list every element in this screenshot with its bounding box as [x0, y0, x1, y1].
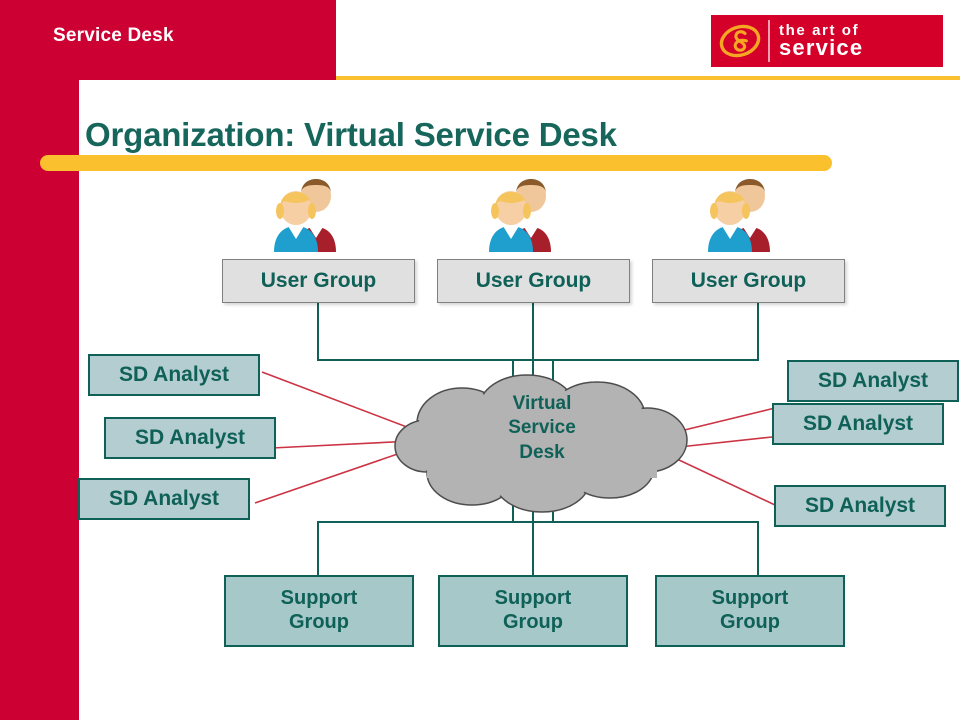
support-group-box[interactable]: Support Group [438, 575, 628, 647]
user-group-box[interactable]: User Group [222, 259, 415, 303]
sd-analyst-box-right-3[interactable]: SD Analyst [774, 485, 946, 527]
support-group-line-2: Group [720, 611, 780, 633]
support-group-line-2: Group [289, 611, 349, 633]
sd-analyst-box-right-2[interactable]: SD Analyst [772, 403, 944, 445]
two-people-icon [481, 178, 569, 252]
support-group-line-1: Support [494, 587, 572, 610]
sd-analyst-box-left-1[interactable]: SD Analyst [88, 354, 260, 396]
slide-canvas: Service Desk the art of service Organiza… [0, 0, 960, 720]
user-group-box[interactable]: User Group [437, 259, 630, 303]
sd-analyst-box-left-3[interactable]: SD Analyst [78, 478, 250, 520]
support-group-line-1: Support [280, 587, 358, 610]
cloud-label: Virtual Service Desk [392, 392, 692, 465]
support-group-line-1: Support [711, 587, 789, 610]
sd-analyst-box-right-1[interactable]: SD Analyst [787, 360, 959, 402]
support-group-box[interactable]: Support Group [224, 575, 414, 647]
cloud-label-line-2: Service [508, 417, 576, 439]
sd-analyst-box-left-2[interactable]: SD Analyst [104, 417, 276, 459]
page-title: Organization: Virtual Service Desk [85, 116, 617, 153]
cloud-label-line-3: Desk [519, 441, 565, 463]
user-group-box[interactable]: User Group [652, 259, 845, 303]
support-group-line-2: Group [503, 611, 563, 633]
diagram-canvas: User Group User Group User Group Virtual… [0, 0, 960, 720]
cloud-label-line-1: Virtual [512, 393, 572, 414]
support-group-box[interactable]: Support Group [655, 575, 845, 647]
two-people-icon [266, 178, 354, 252]
two-people-icon [700, 178, 788, 252]
